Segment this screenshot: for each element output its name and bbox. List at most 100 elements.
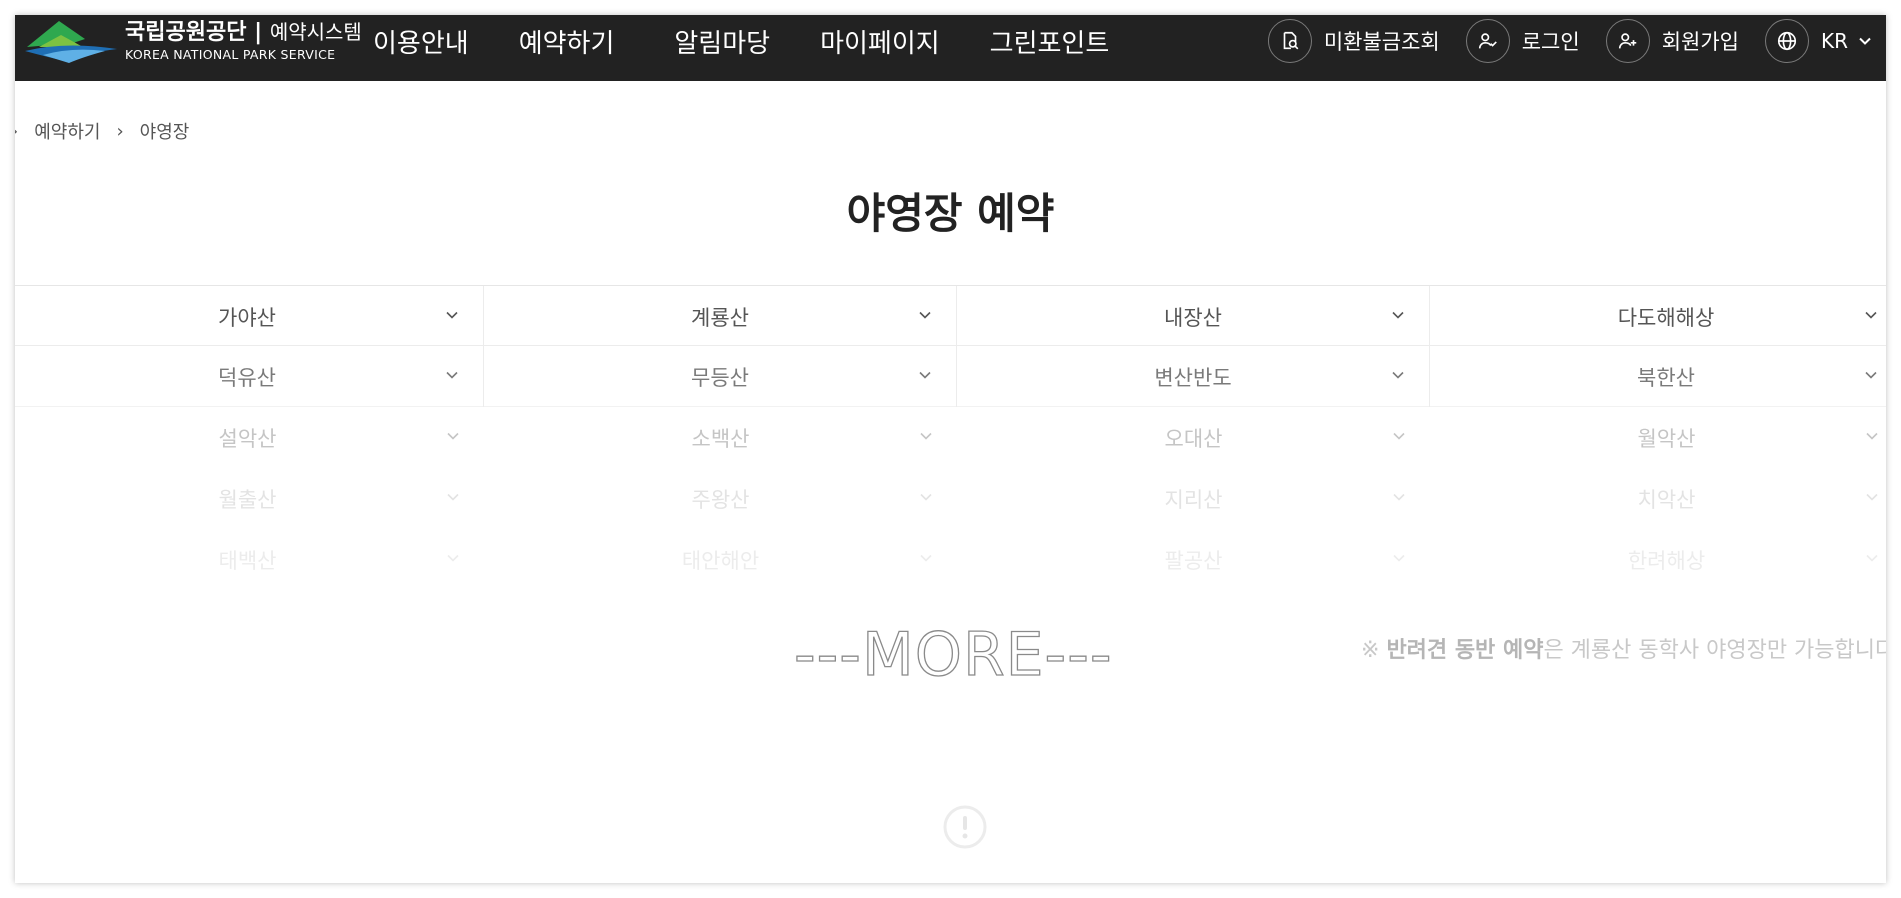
chevron-down-icon	[1865, 371, 1877, 379]
chevron-down-icon	[920, 493, 932, 501]
chevron-down-icon	[1393, 493, 1405, 501]
notice-mark: ※	[1361, 638, 1380, 663]
language-label: KR	[1820, 29, 1848, 53]
park-item[interactable]: 월악산	[1430, 407, 1886, 468]
park-item[interactable]: 설악산	[15, 407, 484, 468]
nav-greenpoint[interactable]: 그린포인트	[990, 23, 1110, 60]
logo-sub: 예약시스템	[269, 19, 362, 44]
park-item[interactable]: 소백산	[484, 407, 957, 468]
document-search-icon	[1267, 19, 1312, 63]
park-name: 오대산	[1164, 426, 1223, 451]
park-name: 월악산	[1637, 426, 1696, 451]
park-item[interactable]: 주왕산	[484, 468, 957, 529]
park-item[interactable]: 치악산	[1430, 468, 1886, 529]
main-nav: 이용안내 예약하기 알림마당 마이페이지 그린포인트	[373, 15, 1159, 67]
park-name: 다도해해상	[1617, 305, 1715, 330]
mountain-logo-icon	[25, 21, 117, 63]
breadcrumb: › 예약하기 › 야영장	[15, 118, 189, 144]
park-item[interactable]: 무등산	[484, 346, 957, 407]
util-menu: 미환불금조회 로그인 회원가입 KR	[1267, 15, 1886, 67]
chevron-down-icon	[1393, 554, 1405, 562]
park-name: 한려해상	[1627, 548, 1706, 573]
park-row: 가야산 계룡산 내장산 다도해해상	[15, 285, 1886, 347]
top-header: 국립공원공단 | 예약시스템 KOREA NATIONAL PARK SERVI…	[15, 15, 1886, 81]
nav-usage-guide[interactable]: 이용안내	[373, 23, 469, 60]
chevron-down-icon	[1866, 432, 1878, 440]
chevron-down-icon	[919, 371, 931, 379]
chevron-down-icon	[446, 311, 458, 319]
chevron-down-icon	[920, 432, 932, 440]
chevron-down-icon	[446, 371, 458, 379]
park-name: 덕유산	[218, 365, 276, 390]
park-row: 설악산 소백산 오대산 월악산	[15, 407, 1886, 468]
page-title: 야영장 예약	[846, 189, 1055, 238]
chevron-down-icon	[1392, 371, 1404, 379]
park-name: 태안해안	[681, 548, 760, 573]
nav-mypage[interactable]: 마이페이지	[820, 23, 940, 60]
chevron-down-icon	[1866, 554, 1878, 562]
park-item[interactable]: 태안해안	[484, 529, 957, 590]
chevron-down-icon	[447, 493, 459, 501]
park-item[interactable]: 북한산	[1430, 346, 1886, 407]
park-item[interactable]: 변산반도	[957, 346, 1430, 407]
pet-notice: ※ 반려견 동반 예약은 계룡산 동학사 야영장만 가능합니다	[1361, 632, 1886, 664]
park-name: 설악산	[218, 426, 277, 451]
park-item[interactable]: 내장산	[957, 286, 1430, 347]
login-button[interactable]: 로그인	[1465, 19, 1580, 63]
nav-reservation[interactable]: 예약하기	[519, 23, 615, 60]
park-row: 태백산 태안해안 팔공산 한려해상	[15, 529, 1886, 590]
more-button[interactable]: ---MORE---	[793, 619, 1113, 690]
signup-button[interactable]: 회원가입	[1605, 19, 1739, 63]
park-item[interactable]: 팔공산	[957, 529, 1430, 590]
chevron-down-icon	[920, 554, 932, 562]
nav-notice[interactable]: 알림마당	[674, 23, 770, 60]
park-row: 월출산 주왕산 지리산 치악산	[15, 468, 1886, 529]
park-item[interactable]: 가야산	[15, 286, 484, 347]
park-item[interactable]: 덕유산	[15, 346, 484, 407]
park-name: 치악산	[1637, 487, 1696, 512]
logo-text: 국립공원공단 | 예약시스템 KOREA NATIONAL PARK SERVI…	[125, 19, 362, 62]
park-item[interactable]: 다도해해상	[1430, 286, 1886, 347]
park-item[interactable]: 태백산	[15, 529, 484, 590]
chevron-down-icon	[1393, 432, 1405, 440]
chevron-right-icon: ›	[116, 120, 124, 142]
park-name: 월출산	[218, 487, 277, 512]
notice-bold: 반려견 동반 예약	[1386, 638, 1544, 663]
park-name: 소백산	[691, 426, 750, 451]
park-item[interactable]: 한려해상	[1430, 529, 1886, 590]
chevron-down-icon	[1392, 311, 1404, 319]
notice-text: 은 계룡산 동학사 야영장만 가능합니다	[1543, 638, 1886, 663]
park-name: 가야산	[218, 305, 276, 330]
login-label: 로그인	[1521, 30, 1580, 54]
chevron-right-icon: ›	[15, 121, 18, 142]
park-name: 북한산	[1637, 365, 1695, 390]
park-item[interactable]: 오대산	[957, 407, 1430, 468]
park-grid: 가야산 계룡산 내장산 다도해해상 덕유산 무등산 변산반도 북한산 설악산 소…	[15, 285, 1886, 590]
unpaid-refund-button[interactable]: 미환불금조회	[1267, 19, 1440, 63]
exclamation-circle-icon	[943, 805, 987, 849]
park-name: 변산반도	[1154, 365, 1232, 390]
park-name: 무등산	[691, 365, 749, 390]
park-item[interactable]: 월출산	[15, 468, 484, 529]
chevron-down-icon	[1865, 311, 1877, 319]
breadcrumb-reservation[interactable]: 예약하기	[34, 118, 100, 144]
user-check-icon	[1465, 19, 1510, 63]
page-frame: 국립공원공단 | 예약시스템 KOREA NATIONAL PARK SERVI…	[15, 15, 1886, 883]
park-item[interactable]: 지리산	[957, 468, 1430, 529]
park-name: 팔공산	[1164, 548, 1223, 573]
chevron-down-icon	[919, 311, 931, 319]
signup-label: 회원가입	[1661, 30, 1739, 54]
unpaid-refund-label: 미환불금조회	[1323, 30, 1440, 54]
site-logo[interactable]: 국립공원공단 | 예약시스템 KOREA NATIONAL PARK SERVI…	[25, 15, 362, 67]
chevron-down-icon	[1866, 493, 1878, 501]
breadcrumb-campsite[interactable]: 야영장	[140, 118, 190, 144]
logo-en: KOREA NATIONAL PARK SERVICE	[125, 46, 336, 62]
logo-name: 국립공원공단	[125, 19, 247, 45]
chevron-down-icon	[447, 432, 459, 440]
park-name: 주왕산	[691, 487, 750, 512]
park-name: 내장산	[1164, 305, 1222, 330]
user-plus-icon	[1605, 19, 1650, 63]
park-name: 태백산	[218, 548, 277, 573]
park-item[interactable]: 계룡산	[484, 286, 957, 347]
language-selector[interactable]: KR	[1764, 19, 1872, 63]
